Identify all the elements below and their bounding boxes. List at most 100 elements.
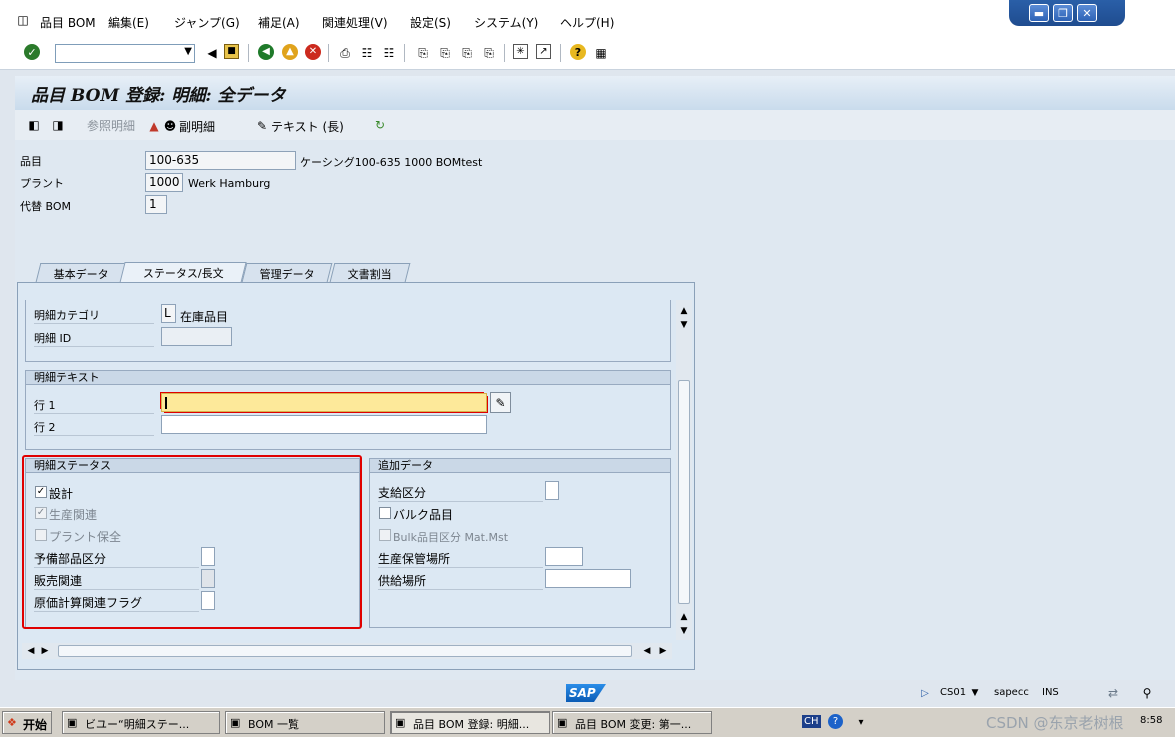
tab-document-assignment[interactable]: 文書割当: [329, 263, 411, 282]
window-icon: ▣: [395, 716, 406, 729]
scroll-right-icon[interactable]: ▶: [36, 642, 54, 660]
long-text-button[interactable]: ✎ テキスト (長): [255, 117, 344, 135]
costing-field[interactable]: [201, 591, 215, 610]
shortcut-icon[interactable]: ↗: [536, 44, 551, 59]
previous-page-icon[interactable]: ⎘: [436, 44, 454, 62]
layout-menu-icon[interactable]: ▦: [592, 44, 610, 62]
window-controls: ▬ ❐ ✕: [1009, 0, 1125, 26]
item-id-field[interactable]: [161, 327, 232, 346]
scroll-down-bottom-icon[interactable]: ▼: [676, 622, 692, 640]
new-session-icon[interactable]: ✳: [513, 44, 528, 59]
enter-check-icon[interactable]: ✓: [24, 44, 40, 60]
menu-item-bom[interactable]: 品目 BOM: [40, 14, 96, 31]
menu-item-goto[interactable]: ジャンプ(G): [174, 14, 240, 31]
close-window-button[interactable]: ✕: [1077, 4, 1097, 22]
bulk-material-checkbox[interactable]: [379, 507, 391, 519]
bulk-mm-label: Bulk品目区分 Mat.Mst: [393, 531, 509, 544]
line-2-input[interactable]: [161, 415, 487, 434]
find-next-icon[interactable]: ☷: [380, 44, 398, 62]
taskbar-item-bom-change[interactable]: ▣ 品目 BOM 変更: 第一...: [552, 711, 712, 734]
item-category-field[interactable]: L: [161, 304, 176, 323]
bulk-mm-checkbox: [379, 529, 391, 541]
plant-label: プラント: [20, 177, 64, 190]
plant-maintenance-checkbox: [35, 529, 47, 541]
insert-mode: INS: [1042, 687, 1059, 698]
supply-type-field[interactable]: [545, 481, 559, 500]
menu-item-help[interactable]: ヘルプ(H): [560, 14, 614, 31]
help-tray-icon[interactable]: ?: [828, 714, 843, 729]
back-icon[interactable]: ◀: [258, 44, 274, 60]
next-item-icon[interactable]: ◨: [49, 116, 67, 134]
menu-item-settings[interactable]: 設定(S): [410, 14, 451, 31]
sales-label: 販売関連: [34, 572, 199, 590]
vertical-scrollbar[interactable]: ▲ ▼ ▲ ▼: [676, 300, 692, 640]
last-page-icon[interactable]: ⎘: [480, 44, 498, 62]
menu-item-edit[interactable]: 編集(E): [108, 14, 149, 31]
supply-area-field[interactable]: [545, 569, 631, 588]
tray-menu-icon[interactable]: ▾: [852, 714, 870, 732]
scroll-right-end-icon[interactable]: ▶: [654, 642, 672, 660]
menu-item-system[interactable]: システム(Y): [474, 14, 538, 31]
help-icon[interactable]: ?: [570, 44, 586, 60]
plant-maintenance-label: プラント保全: [49, 530, 122, 544]
window-icon: ▣: [67, 716, 78, 729]
scroll-thumb[interactable]: [678, 380, 690, 604]
first-page-icon[interactable]: ⎘: [414, 44, 432, 62]
text-cursor: [165, 397, 167, 409]
taskbar-item-view[interactable]: ▣ ビユー“明細ステー...: [62, 711, 220, 734]
sub-detail-button[interactable]: ▲ ☻ 副明細: [147, 117, 215, 135]
alt-bom-label: 代替 BOM: [20, 200, 71, 213]
exit-icon[interactable]: ▲: [282, 44, 298, 60]
session-dropdown-icon[interactable]: ▼: [966, 684, 984, 702]
collapse-icon[interactable]: ◀: [203, 44, 221, 62]
find-icon[interactable]: ☷: [358, 44, 376, 62]
cancel-icon[interactable]: ✕: [305, 44, 321, 60]
transaction-code: CS01: [940, 687, 967, 698]
tab-admin-data[interactable]: 管理データ: [241, 263, 333, 282]
restore-button[interactable]: ❐: [1053, 4, 1073, 22]
horizontal-scroll-thumb[interactable]: [58, 645, 632, 657]
refresh-icon[interactable]: ↻: [371, 116, 389, 134]
reference-detail-button[interactable]: 参照明細: [87, 117, 135, 134]
tab-basic-data[interactable]: 基本データ: [35, 263, 127, 282]
material-label: 品目: [20, 155, 42, 168]
chevron-down-icon[interactable]: ▼: [184, 46, 192, 57]
page-title: 品目 BOM 登録: 明細: 全データ: [31, 86, 286, 106]
plant-field[interactable]: 1000: [145, 173, 183, 192]
design-checkbox[interactable]: ✓: [35, 486, 47, 498]
spare-part-field[interactable]: [201, 547, 215, 566]
system-menu-icon[interactable]: ◫: [14, 11, 32, 29]
material-field[interactable]: 100-635: [145, 151, 296, 170]
taskbar: ❖ 开始 ▣ ビユー“明細ステー... ▣ BOM 一覧 ▣ 品目 BOM 登録: 明細…: [0, 707, 1175, 737]
additional-data-group-title: 追加データ: [370, 459, 670, 473]
production-storage-field[interactable]: [545, 547, 583, 566]
edit-long-text-icon[interactable]: ✎: [490, 392, 511, 413]
start-button[interactable]: ❖ 开始: [2, 711, 52, 734]
status-triangle-icon[interactable]: ▷: [916, 685, 934, 703]
print-icon[interactable]: ⎙: [336, 44, 354, 62]
alt-bom-field[interactable]: 1: [145, 195, 167, 214]
command-field[interactable]: ▼: [55, 44, 195, 63]
menu-item-extras[interactable]: 補足(A): [258, 14, 300, 31]
lock-icon[interactable]: ⚲: [1138, 684, 1156, 702]
save-icon[interactable]: ■: [224, 44, 239, 59]
person-icon: ☻: [163, 119, 177, 133]
taskbar-item-bom-create[interactable]: ▣ 品目 BOM 登録: 明細...: [390, 711, 550, 734]
clock: 8:58: [1140, 715, 1163, 726]
tab-status-long-text[interactable]: ステータス/長文: [119, 262, 247, 283]
window-icon: ▣: [557, 716, 568, 729]
next-page-icon[interactable]: ⎘: [458, 44, 476, 62]
menu-item-environment[interactable]: 関連処理(V): [322, 14, 388, 31]
sap-logo: SAP: [566, 684, 606, 702]
horizontal-scrollbar[interactable]: ◀ ▶ ◀ ▶: [22, 643, 672, 659]
previous-item-icon[interactable]: ◧: [25, 116, 43, 134]
line-1-input[interactable]: [161, 393, 487, 412]
production-label: 生産関連: [49, 508, 98, 522]
language-indicator[interactable]: CH: [802, 715, 821, 728]
application-toolbar: ◧ ◨ 参照明細 ▲ ☻ 副明細 ✎ テキスト (長) ↻: [15, 110, 1175, 140]
standard-toolbar: ✓ ▼ ◀ ■ ◀ ▲ ✕ ⎙ ☷ ☷ ⎘ ⎘ ⎘ ⎘ ✳ ↗ ? ▦: [0, 36, 1175, 70]
supply-area-label: 供給場所: [378, 572, 543, 590]
scroll-down-icon[interactable]: ▼: [676, 316, 692, 334]
minimize-button[interactable]: ▬: [1029, 4, 1049, 22]
taskbar-item-bom-list[interactable]: ▣ BOM 一覧: [225, 711, 385, 734]
